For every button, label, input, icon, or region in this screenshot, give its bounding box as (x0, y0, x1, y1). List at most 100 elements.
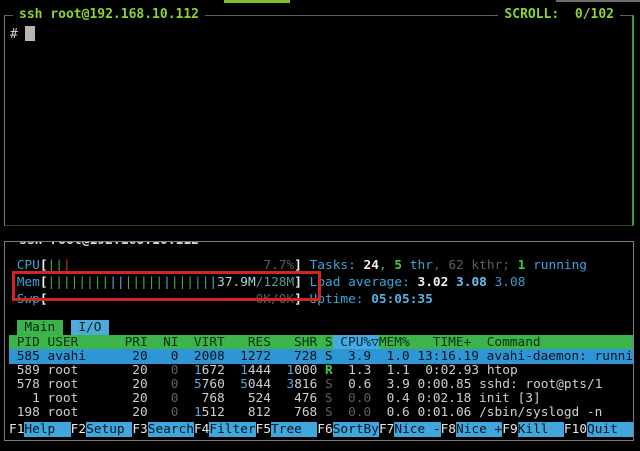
segment[interactable]: F5 (256, 422, 271, 437)
function-key-bar[interactable]: F1Help F2Setup F3SearchF4FilterF5Tree F6… (9, 422, 633, 437)
segment[interactable]: 585 avahi 20 0 2008 1272 728 S 3.9 1.0 1… (9, 349, 634, 364)
segment: [ (40, 292, 48, 307)
segment[interactable]: 198 root 20 (9, 405, 148, 420)
process-row-selected[interactable]: 585 avahi 20 0 2008 1272 728 S 3.9 1.0 1… (9, 349, 633, 364)
segment[interactable]: 512 (202, 405, 225, 420)
segment[interactable]: 0.0 (333, 405, 372, 420)
segment[interactable]: MEM% TIME+ Command (379, 335, 541, 350)
segment[interactable]: S (325, 377, 333, 392)
segment[interactable] (271, 377, 286, 392)
segment[interactable]: 0.6 3.9 (333, 377, 410, 392)
segment[interactable]: 5 (194, 377, 202, 392)
segment[interactable] (179, 405, 194, 420)
segment[interactable]: 000 (294, 363, 317, 378)
segment[interactable] (317, 405, 325, 420)
segment[interactable]: F2 (71, 422, 86, 437)
segment[interactable]: S (325, 391, 333, 406)
segment (302, 258, 310, 273)
segment[interactable]: I/O (71, 320, 110, 335)
segment: Load average: (310, 275, 418, 290)
segment[interactable]: 444 (248, 363, 271, 378)
segment[interactable]: 0 (148, 391, 179, 406)
segment[interactable] (317, 391, 325, 406)
segment[interactable]: 0 (148, 405, 179, 420)
segment[interactable]: 768 524 476 (179, 391, 318, 406)
segment[interactable] (179, 363, 194, 378)
segment[interactable]: Filter (209, 422, 255, 437)
top-pane-title: ssh root@192.168.10.112 (13, 7, 205, 23)
segment[interactable]: Kill (518, 422, 564, 437)
segment[interactable]: PID USER PRI NI VIRT RES SHR S (9, 335, 333, 350)
segment[interactable]: 0.0 (333, 391, 372, 406)
segment[interactable]: F9 (502, 422, 517, 437)
segment[interactable]: SortBy (333, 422, 379, 437)
terminal-pane-bottom[interactable]: ssh root@192.168.10.112 CPU[||| 7.7%] Ta… (4, 241, 634, 441)
segment[interactable]: 816 (294, 377, 317, 392)
segment[interactable] (225, 377, 240, 392)
segment[interactable]: F6 (317, 422, 332, 437)
segment: Swp (9, 292, 40, 307)
segment[interactable]: F3 (132, 422, 147, 437)
terminal-pane-top[interactable]: ssh root@192.168.10.112 SCROLL: 0/102 # (4, 15, 634, 226)
process-table-header[interactable]: PID USER PRI NI VIRT RES SHR S CPU%▽MEM%… (9, 335, 633, 350)
segment[interactable] (63, 320, 71, 335)
segment: , 62 kthr; (433, 258, 518, 273)
segment[interactable]: 589 root 20 (9, 363, 148, 378)
segment[interactable]: F8 (441, 422, 456, 437)
segment[interactable]: Search (148, 422, 194, 437)
segment[interactable]: 1.3 1.1 0:02.93 htop (333, 363, 518, 378)
segment[interactable]: Nice - (394, 422, 440, 437)
segment[interactable]: CPU%▽ (333, 335, 379, 350)
segment[interactable]: 812 768 (225, 405, 317, 420)
segment: Uptime: (310, 292, 372, 307)
segment: 0K/0K (256, 292, 295, 307)
segment[interactable]: 044 (248, 377, 271, 392)
segment[interactable]: Quit (587, 422, 634, 437)
segment[interactable]: 0 (148, 377, 179, 392)
segment[interactable] (225, 363, 240, 378)
tab-bar[interactable]: Main I/O (9, 320, 633, 335)
segment[interactable] (271, 363, 286, 378)
segment[interactable]: Main (17, 320, 63, 335)
segment[interactable]: F10 (564, 422, 587, 437)
segment[interactable]: F7 (379, 422, 394, 437)
segment (487, 275, 495, 290)
shell-prompt: # (10, 26, 35, 42)
segment: Tasks: (310, 258, 364, 273)
segment: 24 (364, 258, 379, 273)
segment[interactable]: 1 root 20 (9, 391, 148, 406)
segment[interactable]: F1 (9, 422, 24, 437)
segment[interactable]: 1 (194, 405, 202, 420)
process-row[interactable]: 578 root 20 0 5760 5044 3816 S 0.6 3.9 0… (9, 377, 633, 392)
segment[interactable]: 0:00.85 sshd: root@pts/1 (410, 377, 603, 392)
segment[interactable]: 760 (202, 377, 225, 392)
segment (302, 292, 310, 307)
segment[interactable] (179, 377, 194, 392)
process-row[interactable]: 1 root 20 0 768 524 476 S 0.0 0.4 0:02.1… (9, 391, 633, 406)
segment[interactable]: 0.6 (371, 405, 410, 420)
segment[interactable]: 0:01.06 /sbin/syslogd -n (410, 405, 603, 420)
segment[interactable]: 1 (240, 363, 248, 378)
segment[interactable]: 0.4 (371, 391, 410, 406)
segment[interactable]: 672 (202, 363, 225, 378)
segment[interactable]: 1 (194, 363, 202, 378)
segment[interactable]: 5 (240, 377, 248, 392)
process-row[interactable]: 198 root 20 0 1512 812 768 S 0.0 0.6 0:0… (9, 405, 633, 420)
segment[interactable]: S (325, 405, 333, 420)
segment[interactable] (317, 377, 325, 392)
process-row[interactable]: 589 root 20 0 1672 1444 1000 R 1.3 1.1 0… (9, 363, 633, 378)
segment (448, 275, 456, 290)
segment[interactable]: Nice + (456, 422, 502, 437)
segment[interactable]: Help (24, 422, 70, 437)
segment[interactable]: F4 (194, 422, 209, 437)
segment[interactable]: R (325, 363, 333, 378)
segment: 05:05:35 (371, 292, 433, 307)
segment[interactable] (317, 363, 325, 378)
segment[interactable]: Setup (86, 422, 132, 437)
segment[interactable] (9, 320, 17, 335)
segment[interactable]: 0:02.18 init [3] (410, 391, 541, 406)
segment: ] (294, 292, 302, 307)
segment[interactable]: 578 root 20 (9, 377, 148, 392)
segment[interactable]: Tree (271, 422, 317, 437)
segment[interactable]: 0 (148, 363, 179, 378)
